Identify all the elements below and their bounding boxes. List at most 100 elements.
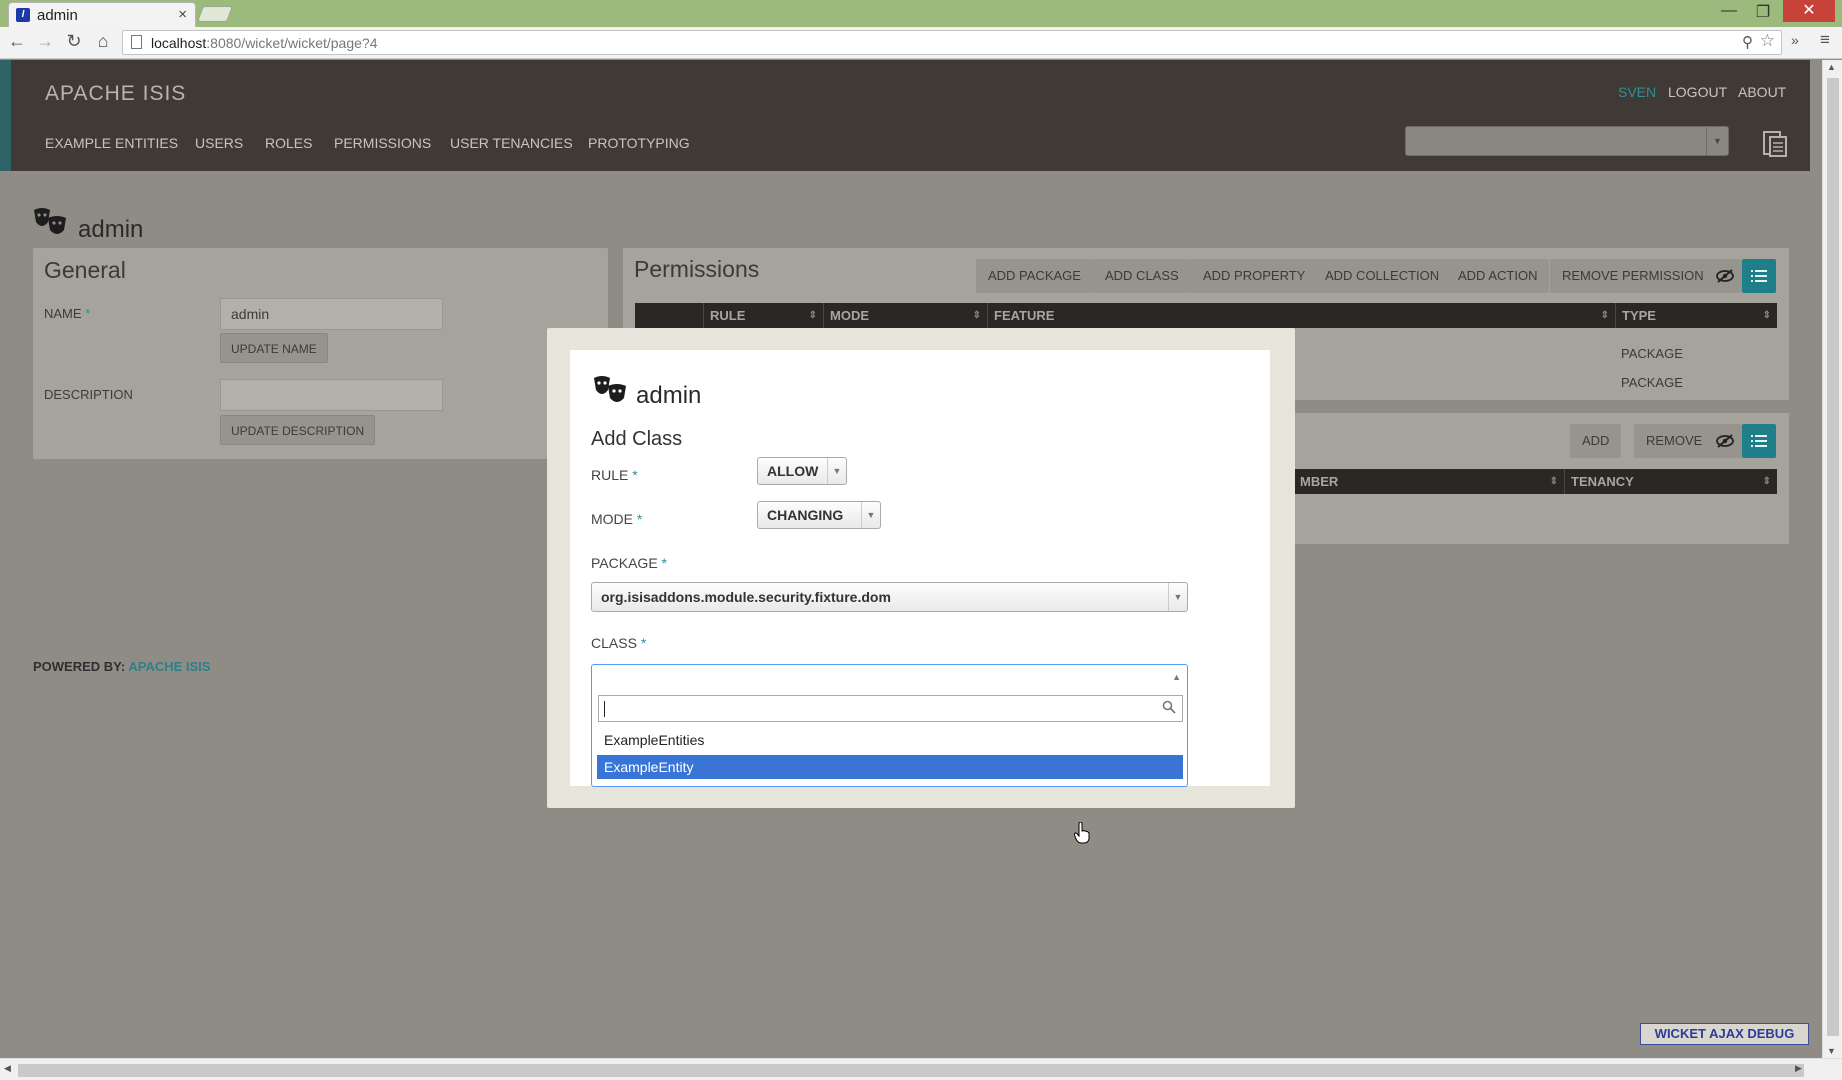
scroll-up-icon[interactable]: ▲ xyxy=(1827,62,1836,72)
header-search-select[interactable]: ▼ xyxy=(1405,126,1729,156)
hide-eye-icon[interactable] xyxy=(1708,259,1742,293)
scroll-down-icon[interactable]: ▼ xyxy=(1827,1046,1836,1056)
sort-icon: ⇕ xyxy=(972,310,981,321)
sort-icon: ⇕ xyxy=(1600,310,1609,321)
hide-eye-icon[interactable] xyxy=(1708,424,1742,458)
package-select[interactable]: org.isisaddons.module.security.fixture.d… xyxy=(591,582,1188,612)
url-host: localhost xyxy=(151,35,207,51)
powered-by-link[interactable]: APACHE ISIS xyxy=(128,659,210,674)
clipboard-icon[interactable] xyxy=(1762,128,1788,158)
forward-icon[interactable]: → xyxy=(34,31,56,52)
column-mode[interactable]: MODE ⇕ xyxy=(823,303,987,328)
horizontal-scroll-thumb[interactable] xyxy=(18,1064,1804,1077)
add-user-button[interactable]: ADD xyxy=(1570,424,1622,458)
bookmark-star-icon[interactable]: ☆ xyxy=(1760,31,1775,51)
maximize-icon[interactable]: ❐ xyxy=(1750,2,1776,22)
scroll-right-icon[interactable]: ▶ xyxy=(1795,1063,1802,1074)
vertical-scrollbar[interactable]: ▲ ▼ xyxy=(1822,60,1842,1058)
column-tenancy[interactable]: TENANCY ⇕ xyxy=(1564,469,1777,494)
users-panel: ADD REMOVE MBER ⇕ TENANCY ⇕ xyxy=(1294,413,1789,544)
column-feature[interactable]: FEATURE ⇕ xyxy=(987,303,1615,328)
column-mode-label: MODE xyxy=(830,308,869,323)
class-option[interactable]: ExampleEntities xyxy=(597,728,1183,752)
chevron-up-icon: ▲ xyxy=(1172,672,1181,682)
home-icon[interactable]: ⌂ xyxy=(92,31,114,52)
browser-menu-icon[interactable]: ≡ xyxy=(1820,30,1830,50)
page-icon xyxy=(131,35,142,49)
nav-prototyping[interactable]: PROTOTYPING xyxy=(588,135,690,151)
description-field[interactable] xyxy=(220,379,443,411)
package-label: PACKAGE * xyxy=(591,555,667,571)
add-action-button[interactable]: ADD ACTION xyxy=(1446,259,1550,293)
required-mark: * xyxy=(661,555,667,571)
nav-roles[interactable]: ROLES xyxy=(265,135,312,151)
app-header: APACHE ISIS EXAMPLE ENTITIES USERS ROLES… xyxy=(0,60,1810,171)
column-rule-label: RULE xyxy=(710,308,746,323)
mode-select[interactable]: CHANGING ▼ xyxy=(757,501,881,529)
tab-title: admin xyxy=(37,7,78,24)
app-brand[interactable]: APACHE ISIS xyxy=(45,82,186,106)
update-name-button[interactable]: UPDATE NAME xyxy=(220,333,328,363)
nav-example-entities[interactable]: EXAMPLE ENTITIES xyxy=(45,135,178,151)
logout-link[interactable]: LOGOUT xyxy=(1668,84,1727,100)
header-accent-bar xyxy=(0,60,11,171)
url-text: localhost:8080/wicket/wicket/page?4 xyxy=(151,35,377,51)
permissions-table-header: RULE ⇕ MODE ⇕ FEATURE ⇕ TYPE ⇕ xyxy=(635,303,1777,328)
nav-users[interactable]: USERS xyxy=(195,135,243,151)
sort-icon: ⇕ xyxy=(1549,476,1558,487)
vertical-scroll-thumb[interactable] xyxy=(1827,78,1839,1036)
class-select[interactable]: ▲ xyxy=(591,664,1188,692)
name-field[interactable]: admin xyxy=(220,298,443,330)
column-feature-label: FEATURE xyxy=(994,308,1055,323)
column-type-label: TYPE xyxy=(1622,308,1656,323)
nav-permissions[interactable]: PERMISSIONS xyxy=(334,135,431,151)
about-link[interactable]: ABOUT xyxy=(1738,84,1786,100)
rule-label: RULE * xyxy=(591,467,638,483)
rule-select[interactable]: ALLOW ▼ xyxy=(757,457,847,485)
package-label-text: PACKAGE xyxy=(591,555,658,571)
remove-permission-button[interactable]: REMOVE PERMISSION xyxy=(1550,259,1716,293)
update-description-button[interactable]: UPDATE DESCRIPTION xyxy=(220,415,376,445)
column-member[interactable]: MBER ⇕ xyxy=(1294,469,1564,494)
add-collection-button[interactable]: ADD COLLECTION xyxy=(1313,259,1452,293)
new-tab-button[interactable] xyxy=(197,6,233,22)
name-label: NAME * xyxy=(44,306,90,321)
browser-tab-active[interactable]: I admin × xyxy=(8,2,196,27)
class-label: CLASS * xyxy=(591,635,646,651)
add-package-button[interactable]: ADD PACKAGE xyxy=(976,259,1093,293)
list-view-icon[interactable] xyxy=(1742,424,1776,458)
chevron-down-icon: ▼ xyxy=(1168,583,1187,611)
description-label: DESCRIPTION xyxy=(44,387,133,402)
zoom-icon[interactable]: ⚲ xyxy=(1742,33,1753,51)
add-class-dialog: admin Add Class RULE * ALLOW ▼ MODE * CH… xyxy=(547,328,1295,808)
table-row-type: PACKAGE xyxy=(1621,346,1683,361)
remove-user-button[interactable]: REMOVE xyxy=(1634,424,1715,458)
class-dropdown: ExampleEntities ExampleEntity xyxy=(591,691,1188,787)
horizontal-scrollbar[interactable]: ◀ ▶ xyxy=(0,1058,1842,1080)
text-caret xyxy=(604,701,605,717)
list-view-icon[interactable] xyxy=(1742,259,1776,293)
wicket-ajax-debug-link[interactable]: WICKET AJAX DEBUG xyxy=(1640,1023,1809,1045)
rule-value: ALLOW xyxy=(767,463,819,479)
current-user-link[interactable]: SVEN xyxy=(1618,84,1656,100)
window-close-icon[interactable]: ✕ xyxy=(1783,0,1835,22)
scroll-left-icon[interactable]: ◀ xyxy=(4,1063,11,1074)
tab-close-icon[interactable]: × xyxy=(178,6,187,23)
theater-masks-icon xyxy=(594,376,626,402)
add-property-button[interactable]: ADD PROPERTY xyxy=(1191,259,1318,293)
chevron-down-icon: ▼ xyxy=(861,502,880,528)
column-rule[interactable]: RULE ⇕ xyxy=(703,303,823,328)
add-class-button[interactable]: ADD CLASS xyxy=(1093,259,1191,293)
column-type[interactable]: TYPE ⇕ xyxy=(1615,303,1777,328)
address-bar[interactable]: localhost:8080/wicket/wicket/page?4 ⚲ ☆ xyxy=(122,30,1782,55)
mode-label: MODE * xyxy=(591,511,642,527)
nav-user-tenancies[interactable]: USER TENANCIES xyxy=(450,135,573,151)
reload-icon[interactable]: ↻ xyxy=(63,31,85,52)
class-search-input[interactable] xyxy=(598,695,1183,722)
class-option-highlighted[interactable]: ExampleEntity xyxy=(597,755,1183,779)
back-icon[interactable]: ← xyxy=(6,31,28,52)
browser-toolbar: ← → ↻ ⌂ localhost:8080/wicket/wicket/pag… xyxy=(0,27,1842,59)
required-mark: * xyxy=(636,511,643,527)
extensions-chevron-icon[interactable]: » xyxy=(1791,32,1799,48)
minimize-icon[interactable]: — xyxy=(1716,2,1742,20)
